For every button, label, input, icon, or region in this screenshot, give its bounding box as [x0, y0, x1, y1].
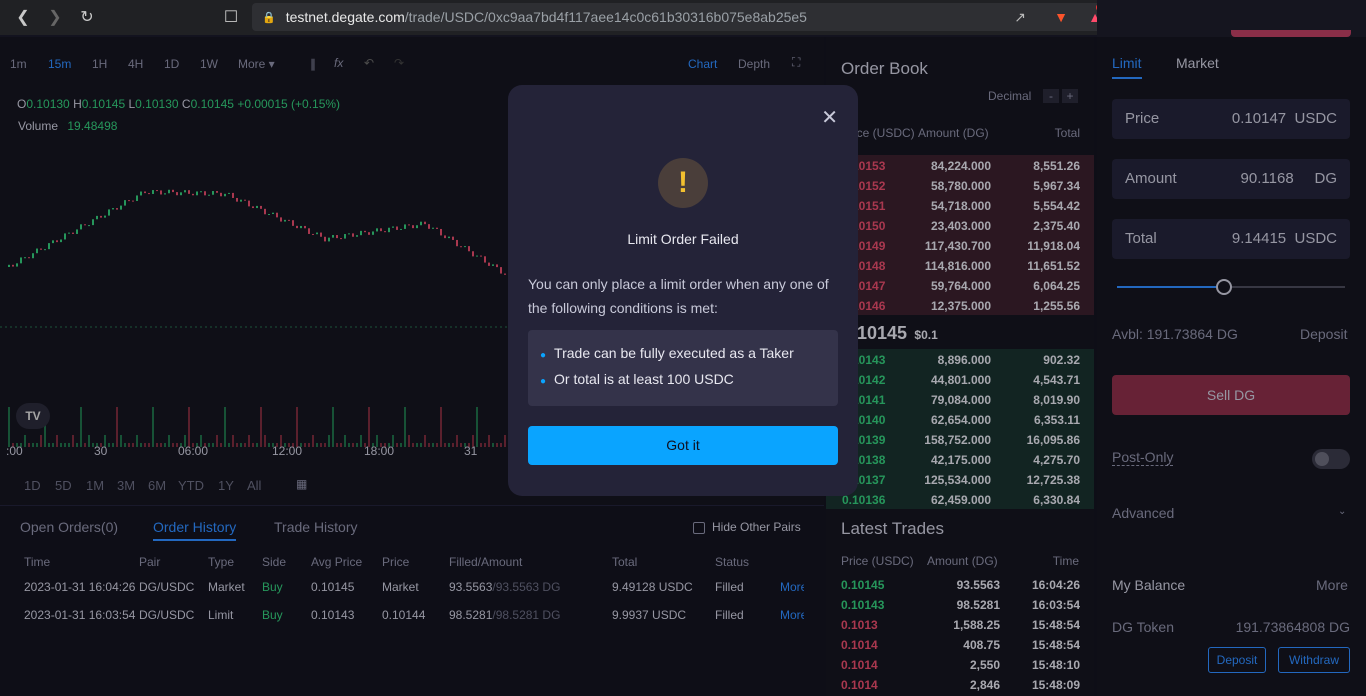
url-path: /trade/USDC/0xc9aa7bd4f117aee14c0c61b303… [404, 9, 807, 25]
url-host: testnet.degate.com [285, 9, 405, 25]
forward-icon[interactable]: ❯ [40, 2, 70, 32]
top-accent-strip [1231, 30, 1351, 37]
back-icon[interactable]: ❮ [8, 2, 38, 32]
modal-body: You can only place a limit order when an… [528, 276, 829, 316]
warning-icon: ! [658, 158, 708, 208]
got-it-button[interactable]: Got it [528, 426, 838, 465]
lock-icon: 🔒 [262, 11, 276, 24]
modal-title: Limit Order Failed [627, 231, 739, 247]
share-icon[interactable]: ↗ [1014, 9, 1026, 26]
bookmark-icon[interactable]: ☐ [216, 2, 246, 32]
conditions-box: ● Trade can be fully executed as a Taker … [528, 330, 838, 406]
condition-item: ● Or total is at least 100 USDC [540, 371, 734, 387]
condition-item: ● Trade can be fully executed as a Taker [540, 345, 794, 361]
address-bar[interactable]: 🔒 testnet.degate.com/trade/USDC/0xc9aa7b… [252, 3, 1112, 31]
close-icon[interactable]: ✕ [821, 105, 838, 130]
bullet-icon: ● [540, 350, 547, 361]
brave-shield-icon[interactable]: ▼ [1054, 9, 1068, 25]
error-modal: ✕ ! Limit Order Failed You can only plac… [508, 85, 858, 496]
bullet-icon: ● [540, 376, 547, 387]
reload-icon[interactable]: ↻ [72, 2, 102, 32]
